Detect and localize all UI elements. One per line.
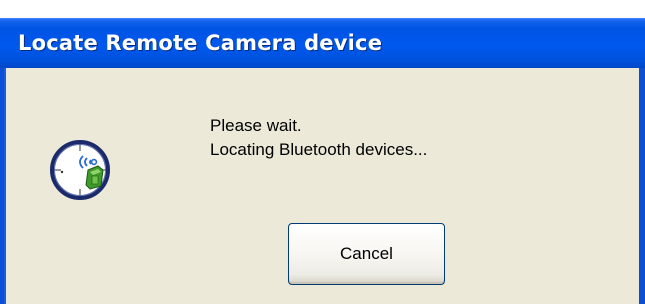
dialog-window: Locate Remote Camera device Please wait.…	[0, 0, 645, 304]
window-frame-left-inner	[4, 68, 6, 304]
cancel-button[interactable]: Cancel	[288, 223, 445, 285]
status-message: Please wait. Locating Bluetooth devices.…	[210, 114, 427, 162]
window-frame-right	[639, 68, 645, 304]
title-bar[interactable]: Locate Remote Camera device	[0, 18, 645, 68]
window-title: Locate Remote Camera device	[18, 31, 383, 55]
message-line-locating: Locating Bluetooth devices...	[210, 140, 428, 159]
message-line-wait: Please wait.	[210, 116, 302, 135]
bluetooth-radar-icon	[46, 136, 114, 204]
background-strip	[0, 0, 645, 18]
